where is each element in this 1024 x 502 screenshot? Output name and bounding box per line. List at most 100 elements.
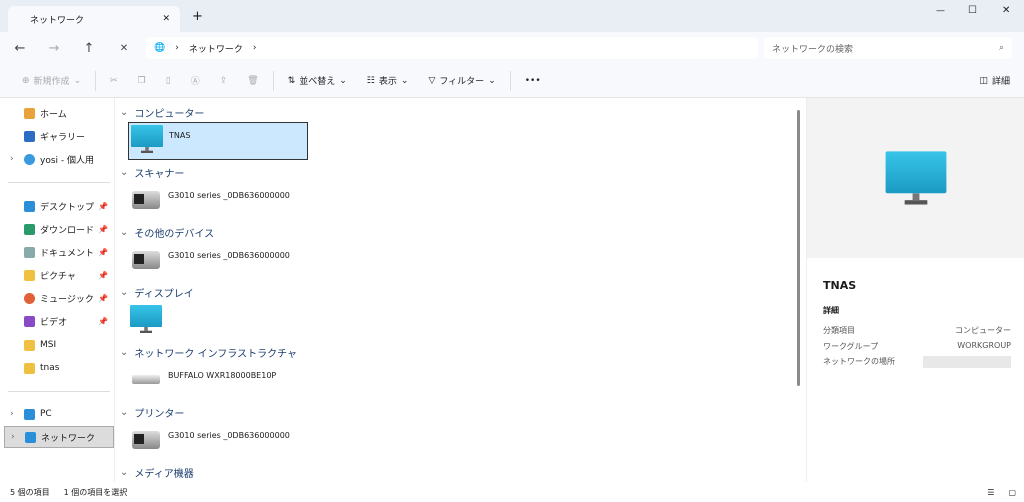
list-item-display[interactable] bbox=[128, 303, 308, 341]
group-header-printer[interactable]: ⌄ プリンター bbox=[120, 405, 184, 420]
download-icon bbox=[24, 223, 35, 235]
label: tnas bbox=[40, 363, 60, 373]
label: PC bbox=[40, 409, 52, 419]
address-bar[interactable]: 🌐 › ネットワーク › bbox=[146, 37, 758, 59]
printer-icon bbox=[130, 185, 162, 213]
sidebar-item-tnas[interactable]: tnas bbox=[4, 357, 114, 379]
printer-icon bbox=[130, 425, 162, 453]
pin-icon: 📌 bbox=[98, 201, 108, 211]
breadcrumb-network[interactable]: ネットワーク bbox=[189, 42, 243, 55]
maximize-button[interactable]: ☐ bbox=[968, 5, 977, 16]
sidebar-item-music[interactable]: ミュージック 📌 bbox=[4, 287, 114, 309]
sort-button[interactable]: ⇅ 並べ替え ⌄ bbox=[278, 74, 357, 88]
sidebar-item-network[interactable]: › ネットワーク bbox=[4, 426, 114, 448]
vertical-scrollbar[interactable] bbox=[797, 110, 800, 386]
navigation-pane: ホーム ギャラリー › yosi - 個人用 デスクトップ 📌 ダウンロード 📌 ドキ… bbox=[0, 98, 115, 482]
rename-button[interactable]: Ⓐ bbox=[181, 74, 210, 87]
sidebar-item-onedrive[interactable]: › yosi - 個人用 bbox=[4, 148, 114, 170]
label: ギャラリー bbox=[40, 132, 86, 143]
sidebar-item-desktop[interactable]: デスクトップ 📌 bbox=[4, 195, 114, 217]
close-button[interactable]: ✕ bbox=[1002, 5, 1010, 16]
tab-title: ネットワーク bbox=[30, 15, 85, 26]
chevron-right-icon[interactable]: › bbox=[10, 409, 14, 419]
group-header-display[interactable]: ⌄ ディスプレイ bbox=[120, 285, 194, 300]
paste-button[interactable]: ▯ bbox=[156, 76, 181, 86]
sidebar-item-msi[interactable]: MSI bbox=[4, 334, 114, 356]
group-header-other-devices[interactable]: ⌄ その他のデバイス bbox=[120, 225, 214, 240]
minimize-button[interactable]: — bbox=[936, 6, 945, 16]
details-row: 分類項目 コンピューター bbox=[823, 325, 1011, 336]
chevron-down-icon: ⌄ bbox=[120, 107, 129, 118]
sidebar-item-home[interactable]: ホーム bbox=[4, 102, 114, 124]
copy-button[interactable]: ❐ bbox=[128, 76, 156, 86]
sidebar-item-videos[interactable]: ビデオ 📌 bbox=[4, 310, 114, 332]
chevron-down-icon: ⌄ bbox=[120, 287, 129, 298]
filter-button[interactable]: ▽ フィルター ⌄ bbox=[418, 74, 505, 88]
search-input[interactable]: ネットワークの検索 ⌕ bbox=[764, 37, 1012, 59]
group-header-computer[interactable]: ⌄ コンピューター bbox=[120, 105, 204, 120]
label: yosi - 個人用 bbox=[40, 155, 94, 166]
chevron-right-icon[interactable]: › bbox=[11, 432, 15, 442]
search-placeholder: ネットワークの検索 bbox=[772, 44, 854, 55]
sidebar-item-pictures[interactable]: ピクチャ 📌 bbox=[4, 264, 114, 286]
share-icon: ⇪ bbox=[219, 75, 228, 86]
sidebar-item-pc[interactable]: › PC bbox=[4, 403, 114, 425]
list-item-printer[interactable]: G3010 series _0DB636000000 bbox=[128, 423, 308, 461]
list-item-tnas[interactable]: TNAS bbox=[128, 122, 308, 160]
group-header-media-devices[interactable]: ⌄ メディア機器 bbox=[120, 465, 194, 480]
share-button[interactable]: ⇪ bbox=[210, 76, 238, 86]
key: ワークグループ bbox=[823, 342, 879, 351]
home-icon bbox=[24, 107, 35, 119]
chevron-down-icon: ⌄ bbox=[339, 75, 347, 86]
new-button[interactable]: ⊕ 新規作成 ⌄ bbox=[12, 74, 91, 88]
chevron-right-icon[interactable]: › bbox=[10, 154, 14, 164]
label: デスクトップ bbox=[40, 202, 95, 213]
tab-network[interactable]: ネットワーク ✕ bbox=[8, 6, 180, 32]
pin-icon: 📌 bbox=[98, 270, 108, 280]
group-header-network-infrastructure[interactable]: ⌄ ネットワーク インフラストラクチャ bbox=[120, 345, 297, 360]
divider bbox=[272, 70, 274, 91]
sort-icon: ⇅ bbox=[287, 75, 296, 86]
refresh-button[interactable]: ✕ bbox=[114, 38, 134, 58]
chevron-right-icon: › bbox=[175, 43, 179, 53]
label: ビデオ bbox=[40, 317, 68, 328]
key: ネットワークの場所 bbox=[823, 357, 895, 366]
display-icon bbox=[130, 305, 162, 333]
list-item-scanner[interactable]: G3010 series _0DB636000000 bbox=[128, 183, 308, 221]
clipboard-icon: ▯ bbox=[165, 75, 171, 86]
chevron-right-icon[interactable]: › bbox=[253, 43, 257, 53]
cut-button[interactable]: ✂ bbox=[100, 76, 128, 86]
chevron-down-icon: ⌄ bbox=[400, 75, 409, 86]
item-count: 5 個の項目 bbox=[10, 487, 50, 497]
sidebar-item-documents[interactable]: ドキュメント 📌 bbox=[4, 241, 114, 263]
details-section: 詳細 bbox=[823, 306, 839, 315]
list-item-other-device[interactable]: G3010 series _0DB636000000 bbox=[128, 243, 308, 281]
details-pane-icon: ◫ bbox=[979, 75, 988, 86]
label: MSI bbox=[40, 340, 57, 350]
group-label: その他のデバイス bbox=[134, 229, 215, 240]
sidebar-item-downloads[interactable]: ダウンロード 📌 bbox=[4, 218, 114, 240]
copy-icon: ❐ bbox=[137, 75, 146, 86]
new-tab-button[interactable]: + bbox=[192, 9, 203, 24]
label: ドキュメント bbox=[40, 248, 95, 259]
group-header-scanner[interactable]: ⌄ スキャナー bbox=[120, 165, 184, 180]
back-button[interactable]: ← bbox=[10, 38, 30, 58]
list-item-router[interactable]: BUFFALO WXR18000BE10P bbox=[128, 363, 308, 401]
details-view-icon[interactable]: ☰ bbox=[987, 488, 994, 497]
delete-button[interactable]: 🗑 bbox=[237, 76, 268, 86]
plus-circle-icon: ⊕ bbox=[22, 75, 30, 86]
up-button[interactable]: ↑ bbox=[79, 38, 99, 58]
tiles-view-icon[interactable]: ▢ bbox=[1008, 488, 1016, 497]
label: ミュージック bbox=[40, 294, 94, 305]
item-label: TNAS bbox=[169, 131, 191, 140]
details-row: ワークグループ WORKGROUP bbox=[823, 341, 1011, 352]
close-tab-icon[interactable]: ✕ bbox=[162, 14, 170, 24]
pin-icon: 📌 bbox=[98, 224, 108, 234]
details-button[interactable]: ◫ 詳細 bbox=[969, 74, 1020, 88]
forward-button[interactable]: → bbox=[44, 38, 64, 58]
folder-icon bbox=[24, 362, 35, 374]
view-button[interactable]: ☷ 表示 ⌄ bbox=[357, 74, 419, 88]
more-button[interactable]: ••• bbox=[515, 76, 551, 86]
sidebar-item-gallery[interactable]: ギャラリー bbox=[4, 125, 114, 147]
pin-icon: 📌 bbox=[98, 293, 108, 303]
